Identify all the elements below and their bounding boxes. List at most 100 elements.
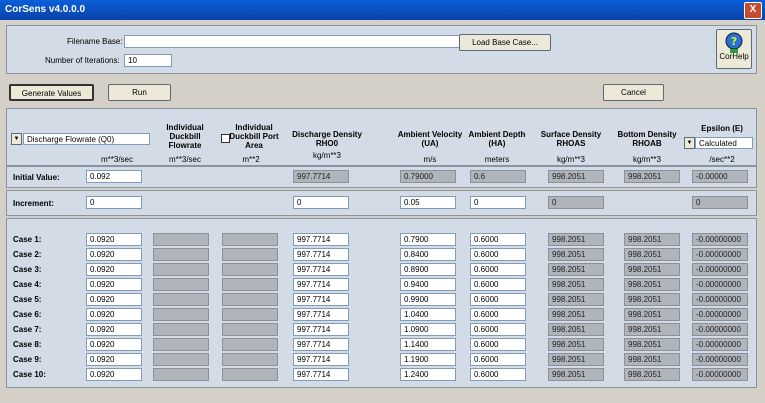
unit-ambient-depth: meters: [484, 155, 510, 164]
unit-surface-density: kg/m**3: [556, 155, 585, 164]
case-rho0-cell[interactable]: 997.7714: [293, 338, 349, 351]
generate-values-button[interactable]: Generate Values: [9, 84, 94, 101]
case-q0-cell[interactable]: 0.0920: [86, 278, 142, 291]
case-rhoas-cell: 998.2051: [548, 368, 604, 381]
increment-q0-input[interactable]: 0: [86, 196, 142, 209]
case-rhoab-cell: 998.2051: [624, 293, 680, 306]
case-ua-cell[interactable]: 0.9900: [400, 293, 456, 306]
case-ua-cell[interactable]: 0.7900: [400, 233, 456, 246]
case-rhoas-cell: 998.2051: [548, 308, 604, 321]
increment-ha-input[interactable]: 0: [470, 196, 526, 209]
case-ua-cell[interactable]: 1.2400: [400, 368, 456, 381]
case-ha-cell[interactable]: 0.6000: [470, 353, 526, 366]
case-rho0-cell[interactable]: 997.7714: [293, 233, 349, 246]
case-rhoas-cell: 998.2051: [548, 248, 604, 261]
close-button[interactable]: X: [744, 2, 762, 19]
column-header-panel: ▼ Discharge Flowrate (Q0) m**3/sec Indiv…: [6, 108, 757, 166]
unit-epsilon: /sec**2: [709, 155, 735, 164]
case-ha-cell[interactable]: 0.6000: [470, 278, 526, 291]
increment-ua-input[interactable]: 0.05: [400, 196, 456, 209]
initial-rho0-value: 997.7714: [293, 170, 349, 183]
quantity-dropdown-arrow[interactable]: ▼: [11, 133, 22, 145]
header-epsilon: Epsilon (E): [701, 124, 743, 133]
load-base-case-button[interactable]: Load Base Case...: [459, 34, 551, 51]
case-label: Case 6:: [13, 310, 42, 319]
case-label: Case 3:: [13, 265, 42, 274]
case-rhoab-cell: 998.2051: [624, 233, 680, 246]
case-duckbill-flowrate-cell: [153, 308, 209, 321]
case-epsilon-cell: -0.00000000: [692, 323, 748, 336]
iterations-label: Number of Iterations:: [45, 56, 120, 65]
header-bottom-density: Bottom Density RHOAB: [617, 130, 677, 148]
case-q0-cell[interactable]: 0.0920: [86, 248, 142, 261]
epsilon-dropdown[interactable]: Calculated: [695, 137, 753, 149]
epsilon-dropdown-arrow[interactable]: ▼: [684, 137, 695, 149]
case-ha-cell[interactable]: 0.6000: [470, 308, 526, 321]
case-ha-cell[interactable]: 0.6000: [470, 233, 526, 246]
case-ha-cell[interactable]: 0.6000: [470, 338, 526, 351]
unit-ambient-velocity: m/s: [423, 155, 437, 164]
case-ua-cell[interactable]: 1.1900: [400, 353, 456, 366]
unit-bottom-density: kg/m**3: [632, 155, 661, 164]
case-rhoas-cell: 998.2051: [548, 293, 604, 306]
quantity-dropdown[interactable]: Discharge Flowrate (Q0): [23, 133, 150, 145]
case-q0-cell[interactable]: 0.0920: [86, 263, 142, 276]
case-rho0-cell[interactable]: 997.7714: [293, 248, 349, 261]
header-ambient-velocity: Ambient Velocity (UA): [397, 130, 463, 148]
filename-input[interactable]: [124, 35, 460, 48]
case-port-area-cell: [222, 278, 278, 291]
case-rho0-cell[interactable]: 997.7714: [293, 278, 349, 291]
initial-ha-value: 0.6: [470, 170, 526, 183]
case-ua-cell[interactable]: 0.8900: [400, 263, 456, 276]
case-epsilon-cell: -0.00000000: [692, 368, 748, 381]
run-button[interactable]: Run: [108, 84, 171, 101]
case-ha-cell[interactable]: 0.6000: [470, 293, 526, 306]
case-q0-cell[interactable]: 0.0920: [86, 233, 142, 246]
case-rho0-cell[interactable]: 997.7714: [293, 368, 349, 381]
increment-rho0-input[interactable]: 0: [293, 196, 349, 209]
case-ua-cell[interactable]: 0.9400: [400, 278, 456, 291]
cancel-button[interactable]: Cancel: [603, 84, 664, 101]
case-label: Case 2:: [13, 250, 42, 259]
corhelp-button[interactable]: ? CorHelp: [716, 29, 752, 69]
case-rho0-cell[interactable]: 997.7714: [293, 263, 349, 276]
case-rhoab-cell: 998.2051: [624, 323, 680, 336]
case-rho0-cell[interactable]: 997.7714: [293, 293, 349, 306]
case-rhoab-cell: 998.2051: [624, 368, 680, 381]
help-icon: ?: [725, 32, 743, 53]
case-q0-cell[interactable]: 0.0920: [86, 293, 142, 306]
case-rhoas-cell: 998.2051: [548, 233, 604, 246]
case-rhoab-cell: 998.2051: [624, 248, 680, 261]
case-epsilon-cell: -0.00000000: [692, 353, 748, 366]
case-ha-cell[interactable]: 0.6000: [470, 368, 526, 381]
corsens-window: CorSens v4.0.0.0 X Filename Base: Load B…: [0, 0, 765, 403]
case-rho0-cell[interactable]: 997.7714: [293, 308, 349, 321]
iterations-input[interactable]: 10: [124, 54, 172, 67]
increment-epsilon-value: 0: [692, 196, 748, 209]
case-ua-cell[interactable]: 1.1400: [400, 338, 456, 351]
header-ambient-depth: Ambient Depth (HA): [468, 130, 526, 148]
case-ha-cell[interactable]: 0.6000: [470, 263, 526, 276]
initial-q0-input[interactable]: 0.092: [86, 170, 142, 183]
case-ha-cell[interactable]: 0.6000: [470, 323, 526, 336]
case-duckbill-flowrate-cell: [153, 263, 209, 276]
case-ua-cell[interactable]: 1.0900: [400, 323, 456, 336]
case-label: Case 5:: [13, 295, 42, 304]
case-rhoab-cell: 998.2051: [624, 308, 680, 321]
filename-label: Filename Base:: [67, 37, 123, 46]
case-rho0-cell[interactable]: 997.7714: [293, 323, 349, 336]
case-q0-cell[interactable]: 0.0920: [86, 338, 142, 351]
case-ha-cell[interactable]: 0.6000: [470, 248, 526, 261]
case-q0-cell[interactable]: 0.0920: [86, 308, 142, 321]
case-ua-cell[interactable]: 0.8400: [400, 248, 456, 261]
case-q0-cell[interactable]: 0.0920: [86, 323, 142, 336]
case-rhoas-cell: 998.2051: [548, 263, 604, 276]
case-q0-cell[interactable]: 0.0920: [86, 368, 142, 381]
case-duckbill-flowrate-cell: [153, 278, 209, 291]
case-q0-cell[interactable]: 0.0920: [86, 353, 142, 366]
case-rho0-cell[interactable]: 997.7714: [293, 353, 349, 366]
case-ua-cell[interactable]: 1.0400: [400, 308, 456, 321]
case-rhoab-cell: 998.2051: [624, 263, 680, 276]
case-rhoab-cell: 998.2051: [624, 338, 680, 351]
svg-text:?: ?: [731, 35, 737, 48]
